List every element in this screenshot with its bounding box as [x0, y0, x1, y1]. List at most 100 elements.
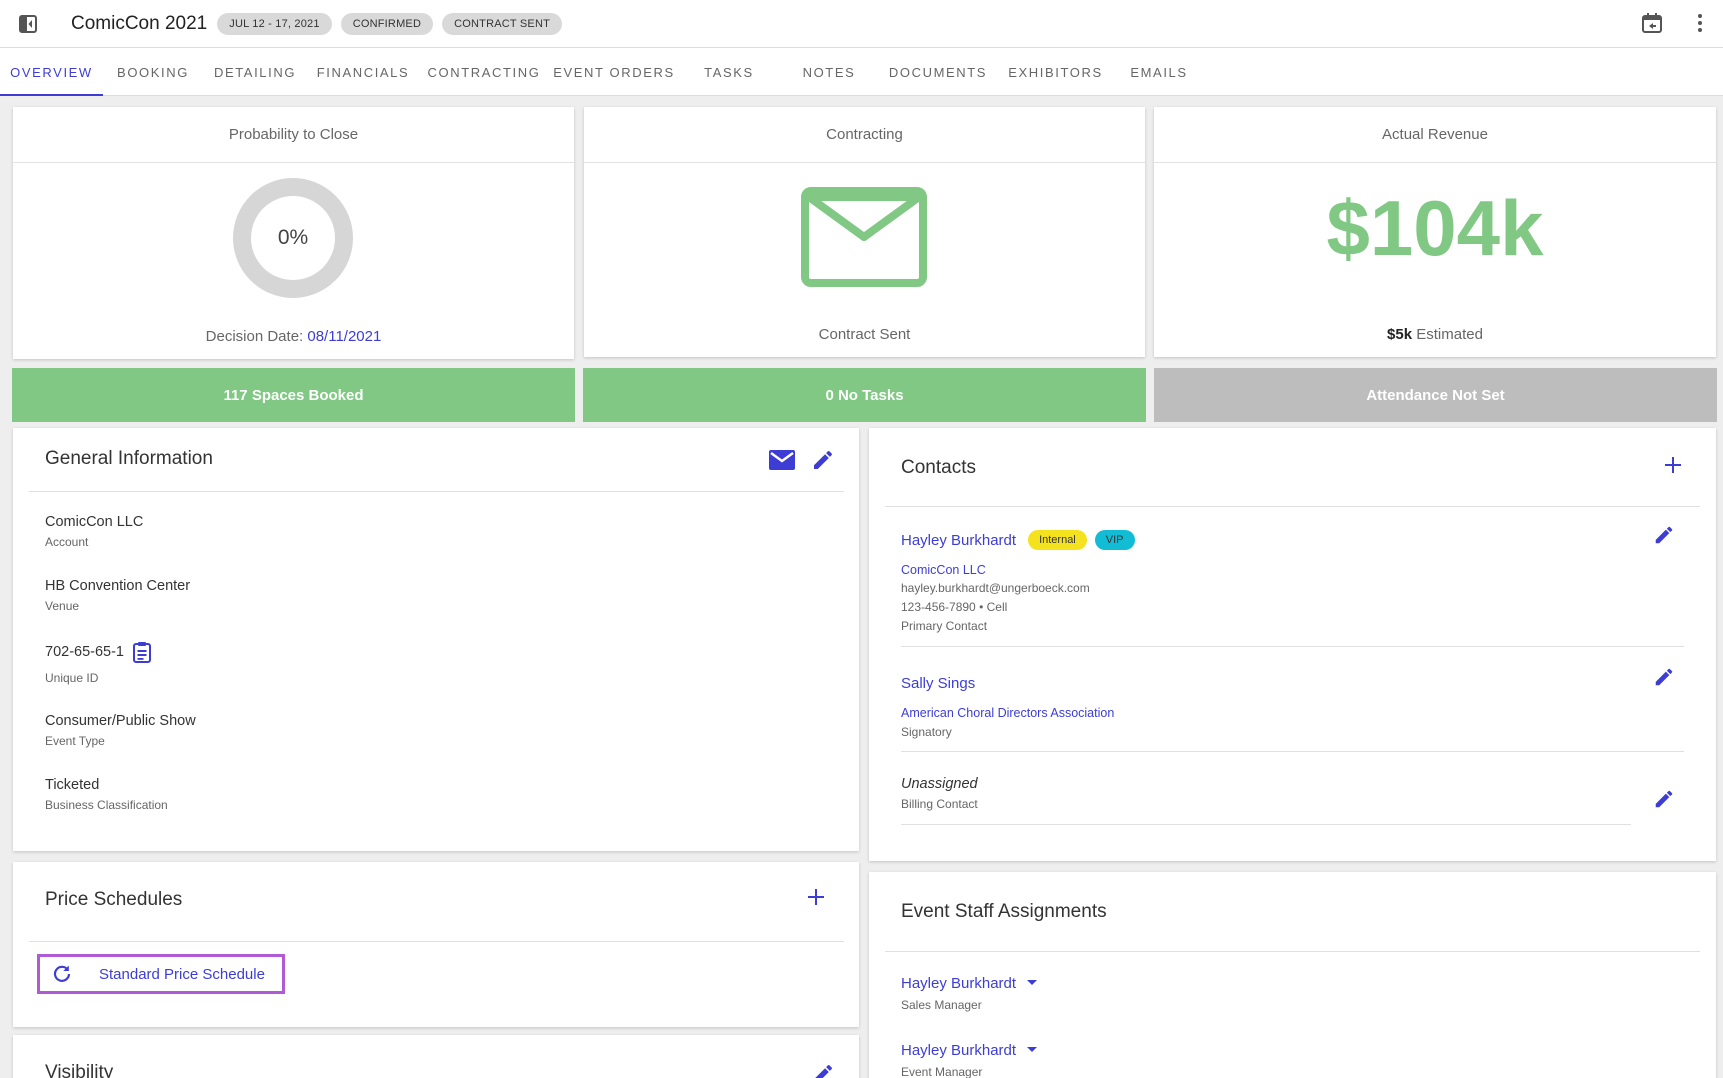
- decision-date-label: Decision Date:: [205, 328, 304, 345]
- contact-row: Hayley Burkhardt Internal VIP: [901, 530, 1135, 550]
- contact-role: Signatory: [901, 725, 952, 739]
- contact-name[interactable]: Hayley Burkhardt: [901, 532, 1016, 549]
- contact-company-link[interactable]: American Choral Directors Association: [901, 706, 1114, 720]
- unique-id-label: Unique ID: [45, 671, 99, 685]
- caret-down-icon: [1026, 974, 1038, 992]
- contact-phone: 123-456-7890 • Cell: [901, 600, 1008, 614]
- contacts-title: Contacts: [901, 457, 976, 478]
- contacts-card: Contacts Hayley Burkhardt Internal VIP C…: [869, 428, 1716, 861]
- tab-overview[interactable]: OVERVIEW: [0, 48, 103, 96]
- staff-role: Sales Manager: [901, 998, 982, 1012]
- venue-value: HB Convention Center: [45, 578, 191, 594]
- add-icon[interactable]: [806, 887, 826, 907]
- price-schedule-label: Standard Price Schedule: [99, 965, 265, 983]
- edit-icon[interactable]: [811, 1062, 835, 1078]
- probability-donut: 0%: [233, 178, 353, 298]
- spaces-booked-bar[interactable]: 117 Spaces Booked: [12, 368, 575, 422]
- vip-badge: VIP: [1094, 530, 1135, 550]
- tab-exhibitors[interactable]: EXHIBITORS: [997, 48, 1114, 96]
- visibility-card: Visibility: [13, 1035, 859, 1078]
- account-link[interactable]: ComicCon LLC: [45, 514, 143, 530]
- divider: [29, 941, 844, 942]
- tab-detailing[interactable]: DETAILING: [203, 48, 307, 96]
- staff-title: Event Staff Assignments: [901, 901, 1107, 922]
- estimated-row: $5k Estimated: [1154, 326, 1716, 343]
- probability-card: Probability to Close 0% Decision Date: 0…: [13, 107, 574, 359]
- business-class-value: Ticketed: [45, 777, 100, 793]
- estimated-label: Estimated: [1416, 326, 1483, 343]
- tab-financials[interactable]: FINANCIALS: [307, 48, 419, 96]
- email-icon[interactable]: [769, 450, 795, 470]
- account-label: Account: [45, 535, 89, 549]
- probability-title: Probability to Close: [13, 107, 574, 163]
- staff-name: Hayley Burkhardt: [901, 1041, 1017, 1059]
- contact-name-unassigned: Unassigned: [901, 776, 978, 792]
- edit-icon[interactable]: [811, 448, 835, 472]
- divider: [901, 751, 1684, 752]
- status-chip-contract: CONTRACT SENT: [442, 12, 563, 35]
- tab-documents[interactable]: DOCUMENTS: [879, 48, 997, 96]
- edit-contact-icon[interactable]: [1653, 524, 1675, 546]
- venue-label: Venue: [45, 599, 80, 613]
- divider: [901, 646, 1684, 647]
- probability-value: 0%: [277, 226, 309, 249]
- contracting-status: Contract Sent: [818, 326, 911, 343]
- event-type-value: Consumer/Public Show: [45, 713, 196, 729]
- add-contact-icon[interactable]: [1663, 455, 1683, 475]
- contact-role: Billing Contact: [901, 797, 978, 811]
- calendar-icon[interactable]: [1641, 12, 1663, 34]
- envelope-icon: [801, 187, 927, 292]
- staff-card: Event Staff Assignments Hayley Burkhardt…: [869, 872, 1716, 1078]
- tab-contracting[interactable]: CONTRACTING: [419, 48, 549, 96]
- tab-event-orders[interactable]: EVENT ORDERS: [549, 48, 679, 96]
- sidebar-toggle-icon[interactable]: [18, 14, 38, 34]
- decision-date-row: Decision Date: 08/11/2021: [13, 328, 574, 345]
- unique-id-value: 702-65-65-1: [45, 644, 124, 660]
- more-vert-icon[interactable]: [1697, 13, 1703, 33]
- price-schedules-card: Price Schedules Standard Price Schedule: [13, 862, 859, 1027]
- revenue-value: $104k: [1326, 184, 1544, 272]
- refresh-icon: [52, 964, 72, 984]
- decision-date-value[interactable]: 08/11/2021: [307, 328, 381, 345]
- tab-bar: OVERVIEW BOOKING DETAILING FINANCIALS CO…: [0, 48, 1723, 96]
- business-class-label: Business Classification: [45, 798, 168, 812]
- edit-contact-icon[interactable]: [1653, 788, 1675, 810]
- status-chip-confirmed: CONFIRMED: [340, 12, 434, 35]
- contact-role: Primary Contact: [901, 619, 988, 633]
- page-title: ComicCon 2021: [71, 12, 208, 34]
- staff-name: Hayley Burkhardt: [901, 974, 1017, 992]
- divider: [885, 506, 1700, 507]
- revenue-card: Actual Revenue $104k $5k Estimated: [1154, 107, 1716, 357]
- contact-name[interactable]: Sally Sings: [901, 675, 975, 692]
- general-info-card: General Information ComicCon LLC Account…: [13, 428, 859, 851]
- clipboard-icon[interactable]: [132, 641, 152, 663]
- internal-badge: Internal: [1028, 530, 1087, 550]
- attendance-bar[interactable]: Attendance Not Set: [1154, 368, 1717, 422]
- contracting-card: Contracting Contract Sent: [584, 107, 1145, 357]
- divider: [29, 491, 844, 492]
- contracting-title: Contracting: [584, 107, 1145, 163]
- revenue-title: Actual Revenue: [1154, 107, 1716, 163]
- tab-booking[interactable]: BOOKING: [103, 48, 203, 96]
- tab-emails[interactable]: EMAILS: [1114, 48, 1204, 96]
- price-schedules-title: Price Schedules: [45, 889, 183, 910]
- staff-dropdown[interactable]: Hayley Burkhardt: [901, 1041, 1038, 1059]
- edit-contact-icon[interactable]: [1653, 666, 1675, 688]
- top-bar: ComicCon 2021 JUL 12 - 17, 2021 CONFIRME…: [0, 0, 1723, 48]
- divider: [901, 824, 1631, 825]
- tasks-bar[interactable]: 0 No Tasks: [583, 368, 1146, 422]
- caret-down-icon: [1026, 1041, 1038, 1059]
- staff-dropdown[interactable]: Hayley Burkhardt: [901, 974, 1038, 992]
- contact-company-link[interactable]: ComicCon LLC: [901, 563, 986, 577]
- divider: [885, 951, 1700, 952]
- staff-role: Event Manager: [901, 1065, 983, 1078]
- standard-price-schedule-item[interactable]: Standard Price Schedule: [37, 954, 285, 994]
- visibility-title: Visibility: [45, 1062, 114, 1078]
- date-chip: JUL 12 - 17, 2021: [217, 12, 332, 35]
- general-info-title: General Information: [45, 448, 213, 469]
- estimated-value: $5k: [1387, 326, 1413, 343]
- tab-notes[interactable]: NOTES: [779, 48, 879, 96]
- event-type-label: Event Type: [45, 734, 105, 748]
- tab-tasks[interactable]: TASKS: [679, 48, 779, 96]
- contact-email: hayley.burkhardt@ungerboeck.com: [901, 581, 1090, 595]
